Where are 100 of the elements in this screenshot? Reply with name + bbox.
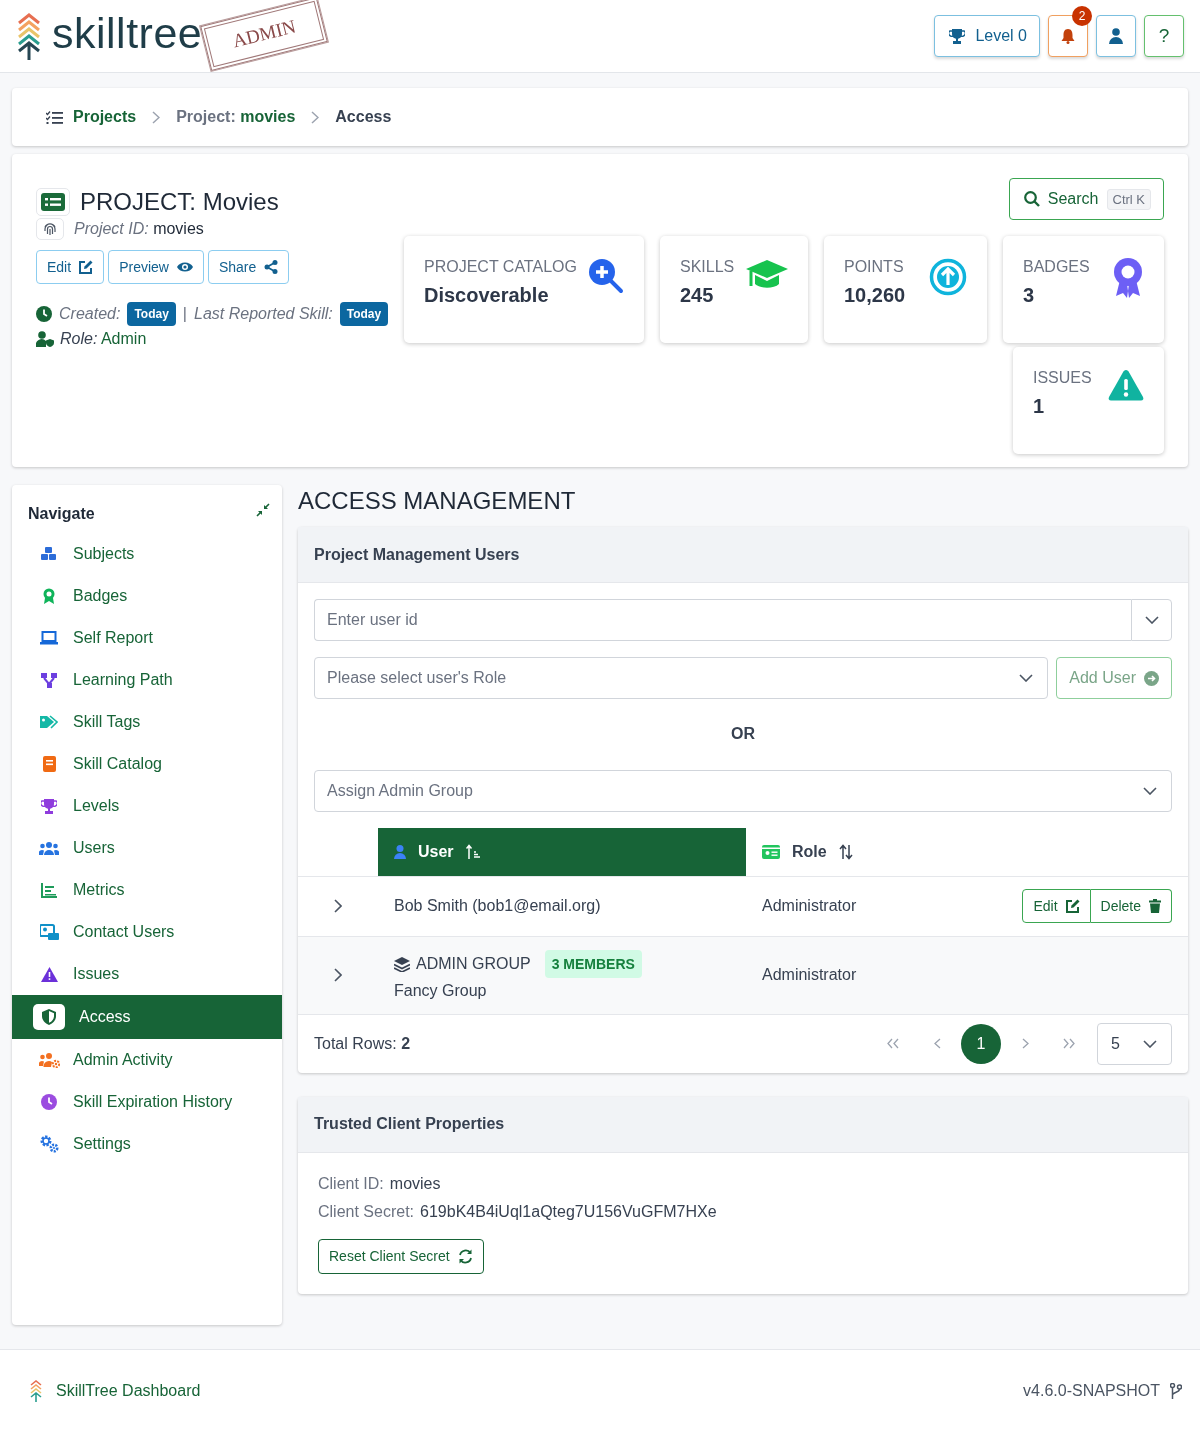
- bell-icon: [1061, 28, 1075, 44]
- page-size-select[interactable]: 5: [1097, 1022, 1172, 1065]
- address-card-icon: [39, 924, 59, 940]
- delete-button[interactable]: Delete: [1090, 889, 1172, 923]
- stat-value: Discoverable: [424, 284, 550, 307]
- stat-value: 1: [1033, 395, 1046, 418]
- nav-item[interactable]: Settings: [12, 1123, 282, 1165]
- layers-icon: [394, 956, 410, 972]
- laptop-icon: [40, 631, 58, 645]
- chevron-right-icon: [1021, 1038, 1029, 1049]
- chevron-right-icon: [152, 110, 161, 124]
- trophy-icon: [949, 28, 966, 44]
- stat-label: BADGES: [1023, 258, 1090, 276]
- created-label: Created:: [59, 305, 121, 323]
- nav-item[interactable]: Subjects: [12, 533, 282, 575]
- chevron-right-icon: [334, 899, 342, 913]
- user-icon: [394, 844, 406, 859]
- nav-item[interactable]: Skill Catalog: [12, 743, 282, 785]
- refresh-icon: [457, 1248, 473, 1264]
- nav-item[interactable]: Badges: [12, 575, 282, 617]
- nav-item[interactable]: Self Report: [12, 617, 282, 659]
- notification-count: 2: [1072, 6, 1092, 26]
- nav-item[interactable]: Contact Users: [12, 911, 282, 953]
- date-badge: Today: [127, 302, 176, 326]
- stat-value: 3: [1023, 284, 1036, 307]
- chevron-down-icon: [1143, 787, 1157, 795]
- reset-secret-button[interactable]: Reset Client Secret: [318, 1238, 484, 1274]
- breadcrumb-current: Access: [335, 108, 392, 126]
- page-button[interactable]: 1: [961, 1023, 1001, 1064]
- warning-icon: [40, 966, 58, 982]
- project-title: PROJECT: Movies: [80, 188, 279, 216]
- chevron-down-icon: [1143, 1039, 1157, 1048]
- collapse-icon: [256, 503, 270, 517]
- tree-logo-icon: [16, 12, 42, 60]
- clock-icon: [41, 1094, 57, 1110]
- edit-button[interactable]: Edit: [1022, 889, 1091, 923]
- cubes-icon: [41, 546, 57, 562]
- id-card-icon: [762, 844, 780, 859]
- nav-item[interactable]: Users: [12, 827, 282, 869]
- nav-item[interactable]: Levels: [12, 785, 282, 827]
- user-id-field[interactable]: Enter user id: [314, 599, 1131, 641]
- search-icon: [1023, 191, 1040, 207]
- user-button[interactable]: [1096, 15, 1136, 57]
- nav-item[interactable]: Issues: [12, 953, 282, 995]
- users-gear-icon: [38, 1052, 60, 1068]
- tag-icon: [40, 715, 58, 729]
- gears-icon: [39, 1135, 59, 1153]
- group-label: ADMIN GROUP: [416, 955, 531, 973]
- column-header[interactable]: Role: [746, 828, 1188, 876]
- network-icon: [41, 672, 57, 688]
- sort-icon: [838, 843, 853, 860]
- members-badge: 3 MEMBERS: [544, 950, 642, 978]
- trophy-icon: [41, 798, 57, 814]
- column-header[interactable]: User: [378, 828, 746, 876]
- nav-item[interactable]: Skill Tags: [12, 701, 282, 743]
- user-icon: [1109, 28, 1123, 44]
- nav-item[interactable]: Metrics: [12, 869, 282, 911]
- section-title: ACCESS MANAGEMENT: [298, 487, 577, 515]
- nav-title: Navigate: [28, 505, 95, 523]
- ribbon-badge-icon: [1112, 258, 1144, 298]
- admin-group-select[interactable]: Assign Admin Group: [314, 770, 1172, 812]
- project-id: Project ID: movies: [74, 220, 204, 238]
- dropdown-toggle[interactable]: [1131, 599, 1172, 641]
- help-button[interactable]: ?: [1144, 15, 1184, 57]
- group-name: Fancy Group: [394, 982, 488, 1000]
- stat-label: ISSUES: [1033, 369, 1092, 387]
- stat-value: 10,260: [844, 284, 906, 307]
- edit-button[interactable]: Edit: [36, 250, 105, 284]
- property-text: Client Secret: 619bK4B4iUql1aQteg7U156VuGFM7HXe: [318, 1202, 718, 1221]
- preview-button[interactable]: Preview: [108, 250, 204, 284]
- date-badge: Today: [339, 302, 389, 326]
- search-button[interactable]: Search Ctrl K: [1008, 178, 1164, 220]
- breadcrumb-link[interactable]: Project: movies: [176, 108, 296, 126]
- nav-item[interactable]: Access: [12, 995, 282, 1039]
- stat-label: SKILLS: [680, 258, 735, 276]
- user-name: Bob Smith (bob1@email.org): [394, 897, 601, 914]
- role-text: Role: Admin: [60, 330, 147, 348]
- nav-item[interactable]: Admin Activity: [12, 1039, 282, 1081]
- stat-label: POINTS: [844, 258, 905, 276]
- level-button[interactable]: Level 0: [934, 15, 1040, 57]
- chevron-down-icon: [1144, 616, 1159, 624]
- edit-icon: [1065, 899, 1080, 913]
- double-chevron-left-icon: [887, 1038, 899, 1049]
- arrow-circle-up-icon: [929, 258, 967, 296]
- list-check-icon: [46, 110, 63, 124]
- role-select[interactable]: Please select user's Role: [314, 657, 1049, 699]
- code-branch-icon: [1170, 1382, 1182, 1399]
- shortcut-hint: Ctrl K: [1106, 188, 1151, 210]
- nav-item[interactable]: Skill Expiration History: [12, 1081, 282, 1123]
- book-icon: [42, 756, 56, 772]
- trash-icon: [1149, 899, 1161, 913]
- sort-ascending-icon: [465, 844, 480, 860]
- eye-icon: [176, 261, 193, 273]
- share-button[interactable]: Share: [207, 250, 290, 284]
- chevron-left-icon: [933, 1038, 941, 1049]
- or-divider-text: OR: [730, 725, 756, 743]
- nav-item[interactable]: Learning Path: [12, 659, 282, 701]
- breadcrumb-link[interactable]: Projects: [73, 108, 137, 126]
- logo-text: skilltree: [52, 8, 203, 58]
- magnify-plus-icon: [588, 258, 624, 294]
